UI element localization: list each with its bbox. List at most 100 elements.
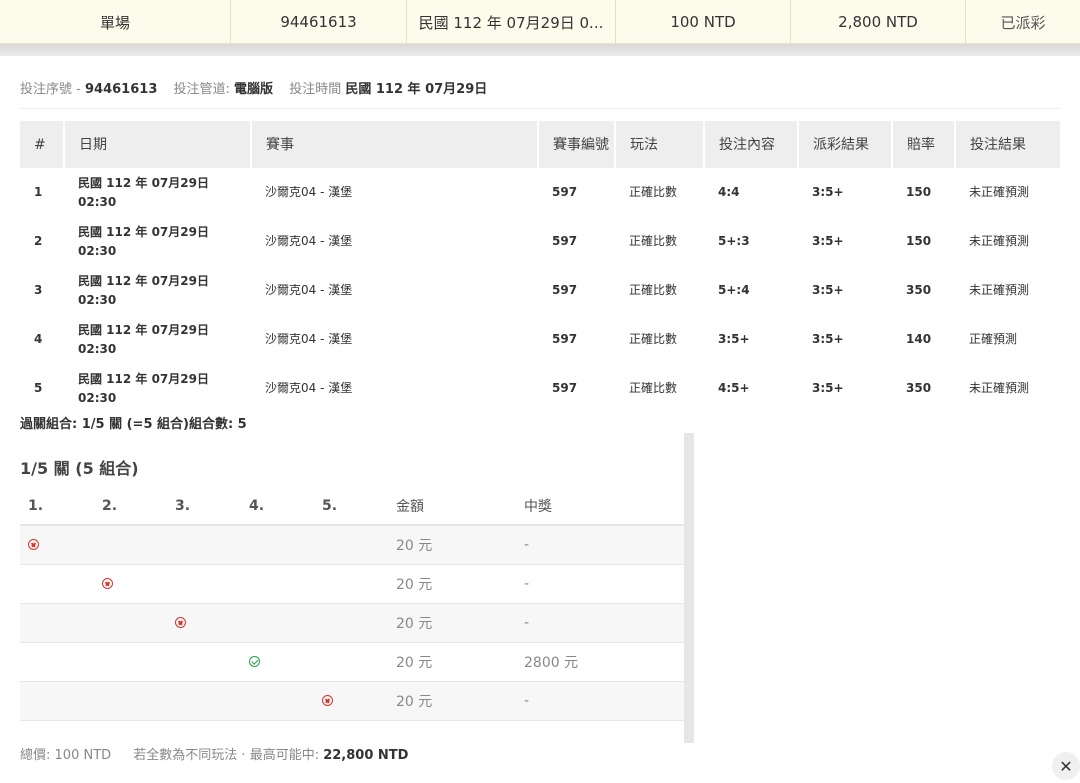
- bet-odds: 150: [906, 185, 932, 199]
- combo-section: 1/5 關 (5 組合) 1. 2. 3. 4. 5. 金額 中獎 20 元-2…: [20, 433, 684, 743]
- bet-number: 1: [34, 185, 43, 199]
- total-value: 100 NTD: [54, 748, 112, 763]
- combo-col-5: 5.: [314, 487, 388, 526]
- bet-date-day: 民國 112 年 07月29日: [78, 322, 209, 337]
- totals-footer: 總價: 100 NTD 若全數為不同玩法 · 最高可能中: 22,800 NTD: [20, 744, 408, 763]
- bet-row: 5 民國 112 年 07月29日 02:30 沙爾克04 - 漢堡 597 正確比數 4:…: [20, 364, 1060, 413]
- combo-cell-3: [167, 603, 241, 643]
- bet-detail-panel: 投注序號 - 94461613 投注管道: 電腦版 投注時間 民國 112 年 …: [0, 56, 1080, 783]
- bet-play: 正確比數: [629, 283, 678, 297]
- bet-event-no: 597: [552, 283, 578, 297]
- col-result: 派彩結果: [797, 121, 892, 168]
- bet-result: 3:5+: [812, 332, 844, 346]
- summary-date: 民國 112 年 07月29日 0...: [407, 0, 616, 44]
- bet-result: 3:5+: [812, 185, 844, 199]
- bet-row: 4 民國 112 年 07月29日 02:30 沙爾克04 - 漢堡 597 正確比數 3:…: [20, 315, 1060, 364]
- bet-content: 4:4: [718, 185, 740, 199]
- combo-cell-5: [314, 681, 388, 721]
- bet-outcome: 未正確預測: [969, 381, 1030, 395]
- max-note: 若全數為不同玩法 · 最高可能中:: [133, 748, 320, 763]
- total-label: 總價:: [20, 748, 51, 763]
- combo-prize: -: [516, 603, 684, 643]
- combo-cell-3: [167, 642, 241, 682]
- col-odds: 賠率: [891, 121, 955, 168]
- combo-amount: 20 元: [388, 681, 516, 721]
- combo-cell-4: [241, 525, 314, 565]
- col-number: #: [20, 121, 64, 168]
- bet-result: 3:5+: [812, 283, 844, 297]
- summary-serial: 94461613: [231, 0, 407, 44]
- combo-row: 20 元-: [20, 525, 684, 565]
- combo-cell-2: [94, 642, 167, 682]
- summary-bet-type: 單場: [0, 0, 231, 44]
- col-content: 投注內容: [703, 121, 798, 168]
- bet-date-time: 02:30: [78, 194, 117, 209]
- combo-amount: 20 元: [388, 603, 516, 643]
- combo-prize: 2800 元: [516, 642, 684, 682]
- bets-table: # 日期 賽事 賽事編號 玩法 投注內容 派彩結果 賠率 投注結果 1 民國 11…: [20, 121, 1060, 413]
- combo-title: 1/5 關 (5 組合): [20, 459, 139, 478]
- bet-outcome: 未正確預測: [969, 234, 1030, 248]
- combo-cell-1: [20, 525, 94, 565]
- close-button[interactable]: ✕: [1052, 752, 1080, 780]
- bet-content: 5+:4: [718, 283, 750, 297]
- bet-date: 民國 112 年 07月29日 02:30: [64, 217, 251, 266]
- bet-play: 正確比數: [629, 185, 678, 199]
- time-value: 民國 112 年 07月29日: [345, 82, 488, 97]
- bet-event-no: 597: [552, 381, 578, 395]
- combo-cell-4: [241, 603, 314, 643]
- combo-cell-1: [20, 564, 94, 604]
- bet-event-no: 597: [552, 185, 578, 199]
- bet-event: 沙爾克04 - 漢堡: [265, 234, 353, 248]
- bet-number: 4: [34, 332, 43, 346]
- bet-summary-row[interactable]: 單場 94461613 民國 112 年 07月29日 0... 100 NTD…: [0, 0, 1080, 44]
- col-play: 玩法: [614, 121, 704, 168]
- combo-col-2: 2.: [94, 487, 167, 526]
- bet-play: 正確比數: [629, 381, 678, 395]
- divider-band: [0, 44, 1080, 56]
- bet-content: 4:5+: [718, 381, 750, 395]
- combo-cell-3: [167, 525, 241, 565]
- combos-table: 1. 2. 3. 4. 5. 金額 中獎 20 元 -20 元 -20 元 -20 元…: [20, 487, 684, 721]
- bet-event: 沙爾克04 - 漢堡: [265, 332, 353, 346]
- combo-cell-2: [94, 603, 167, 643]
- channel-value: 電腦版: [234, 82, 274, 97]
- combo-col-prize: 中獎: [516, 487, 684, 526]
- combo-col-4: 4.: [241, 487, 314, 526]
- bet-row: 2 民國 112 年 07月29日 02:30 沙爾克04 - 漢堡 597 正確比數 5+…: [20, 217, 1060, 266]
- combo-row: 20 元-: [20, 681, 684, 721]
- combo-row: 20 元-: [20, 603, 684, 643]
- combo-row: 20 元 2800 元: [20, 642, 684, 682]
- col-event: 賽事: [250, 121, 538, 168]
- bet-date: 民國 112 年 07月29日 02:30: [64, 168, 251, 217]
- combo-cell-3: [167, 564, 241, 604]
- combo-scrollbar[interactable]: [684, 433, 694, 743]
- combo-amount: 20 元: [388, 642, 516, 682]
- combo-amount: 20 元: [388, 525, 516, 565]
- bet-play: 正確比數: [629, 332, 678, 346]
- check-circle-icon: [249, 656, 260, 667]
- summary-payout: 2,800 NTD: [791, 0, 966, 44]
- bet-date: 民國 112 年 07月29日 02:30: [64, 266, 251, 315]
- bet-date-time: 02:30: [78, 292, 117, 307]
- combo-cell-2: [94, 681, 167, 721]
- bet-result: 3:5+: [812, 234, 844, 248]
- bet-row: 1 民國 112 年 07月29日 02:30 沙爾克04 - 漢堡 597 正確比數 4:…: [20, 168, 1060, 217]
- x-circle-icon: [102, 578, 113, 589]
- bet-event: 沙爾克04 - 漢堡: [265, 381, 353, 395]
- bet-info-line: 投注序號 - 94461613 投注管道: 電腦版 投注時間 民國 112 年 …: [20, 78, 487, 97]
- bet-odds: 350: [906, 283, 932, 297]
- bet-play: 正確比數: [629, 234, 678, 248]
- col-outcome: 投注結果: [954, 121, 1060, 168]
- time-label: 投注時間: [289, 82, 342, 97]
- bet-row: 3 民國 112 年 07月29日 02:30 沙爾克04 - 漢堡 597 正確比數 5+…: [20, 266, 1060, 315]
- bet-date-day: 民國 112 年 07月29日: [78, 175, 209, 190]
- bet-number: 2: [34, 234, 43, 248]
- combo-cell-5: [314, 642, 388, 682]
- bet-content: 3:5+: [718, 332, 750, 346]
- bets-header-row: # 日期 賽事 賽事編號 玩法 投注內容 派彩結果 賠率 投注結果: [20, 121, 1060, 168]
- combo-cell-4: [241, 564, 314, 604]
- bet-odds: 140: [906, 332, 932, 346]
- combo-col-amount: 金額: [388, 487, 516, 526]
- bet-date-day: 民國 112 年 07月29日: [78, 273, 209, 288]
